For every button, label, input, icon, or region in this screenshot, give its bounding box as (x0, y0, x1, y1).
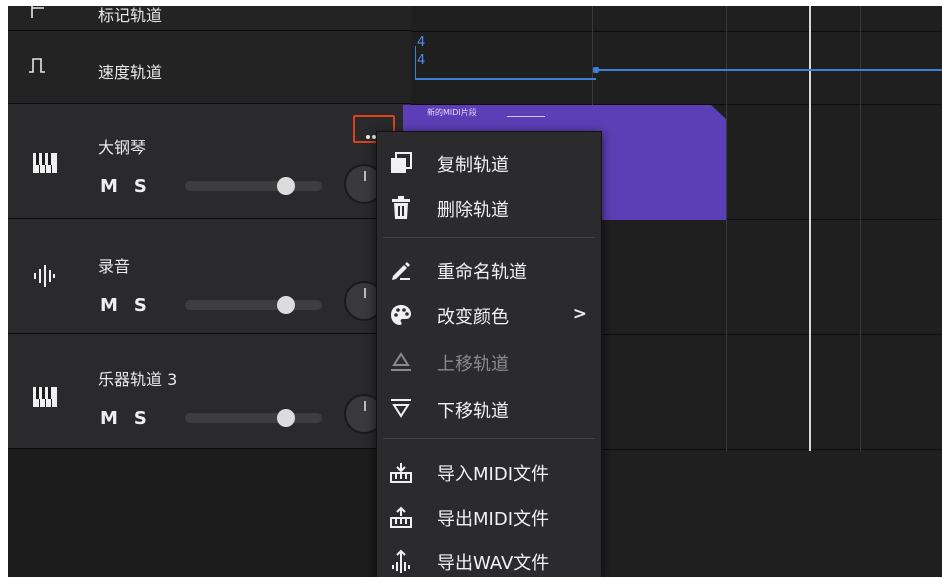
instrument-track-row[interactable]: 录音 MS (8, 219, 411, 334)
menu-item-change-color[interactable]: 改变颜色 > (377, 292, 601, 336)
rename-pen-icon (389, 258, 413, 282)
wav-export-icon (389, 549, 413, 573)
track-header-column: 标记轨道 速度轨道 大钢琴 MS 录音 M S 乐器轨道 3 M S (8, 6, 411, 577)
flag-icon (30, 6, 48, 24)
piano-keys-icon (32, 386, 58, 412)
tempo-line (596, 69, 942, 71)
tempo-step-icon (28, 57, 50, 77)
trash-icon (389, 196, 413, 220)
menu-item-export-wav[interactable]: 导出WAV文件 (377, 538, 601, 577)
volume-slider-thumb[interactable] (277, 296, 295, 314)
midi-import-icon (389, 460, 413, 484)
track-name[interactable]: 大钢琴 (98, 134, 146, 158)
time-signature-top: 4 (417, 35, 426, 50)
midi-export-icon (389, 505, 413, 529)
marker-track-row[interactable]: 标记轨道 (8, 6, 411, 31)
menu-item-move-down[interactable]: 下移轨道 (377, 386, 601, 430)
instrument-track-row[interactable]: 大钢琴 MS (8, 104, 411, 219)
solo-button[interactable]: S (134, 408, 147, 429)
menu-item-import-midi[interactable]: 导入MIDI文件 (377, 449, 601, 493)
playhead[interactable] (809, 6, 811, 451)
move-down-icon (389, 397, 413, 421)
volume-slider-thumb[interactable] (277, 177, 295, 195)
time-signature-bottom: 4 (417, 53, 426, 68)
audio-wave-icon (32, 265, 56, 291)
menu-item-rename-track[interactable]: 重命名轨道 (377, 247, 601, 291)
tempo-line (415, 78, 596, 80)
instrument-track-row[interactable]: 乐器轨道 3 MS (8, 334, 411, 449)
piano-keys-icon (32, 152, 58, 178)
mute-button[interactable]: M (100, 295, 118, 316)
marker-track-name: 标记轨道 (98, 6, 163, 25)
volume-slider-thumb[interactable] (277, 409, 295, 427)
copy-icon (389, 151, 413, 175)
volume-slider[interactable] (185, 409, 322, 427)
menu-item-copy-track[interactable]: 复制轨道 (377, 140, 601, 184)
mute-button[interactable]: M (100, 176, 118, 197)
track-name[interactable]: 录音 (98, 253, 130, 277)
move-up-icon (389, 350, 413, 374)
volume-slider[interactable] (185, 296, 322, 314)
tempo-track-name: 速度轨道 (98, 63, 163, 82)
tempo-track-row[interactable]: 速度轨道 (8, 31, 411, 104)
submenu-chevron-icon: > (572, 304, 587, 324)
volume-slider[interactable] (185, 177, 322, 195)
mute-button[interactable]: M (100, 408, 118, 429)
palette-icon (389, 303, 413, 327)
menu-item-export-midi[interactable]: 导出MIDI文件 (377, 494, 601, 538)
menu-item-delete-track[interactable]: 删除轨道 (377, 185, 601, 229)
more-dots-icon (366, 124, 384, 139)
midi-clip-label: 新的MIDI片段 (427, 108, 477, 117)
daw-window: 标记轨道 速度轨道 大钢琴 MS 录音 M S 乐器轨道 3 M S 4 4 新… (8, 6, 942, 577)
solo-button[interactable]: S (134, 295, 147, 316)
track-context-menu: 复制轨道 删除轨道 重命名轨道 改变颜色 > 上移轨道 下移轨道 导入MIDI文… (376, 131, 602, 577)
track-name[interactable]: 乐器轨道 3 (98, 366, 177, 390)
menu-item-move-up[interactable]: 上移轨道 (377, 339, 601, 383)
solo-button[interactable]: S (134, 176, 147, 197)
